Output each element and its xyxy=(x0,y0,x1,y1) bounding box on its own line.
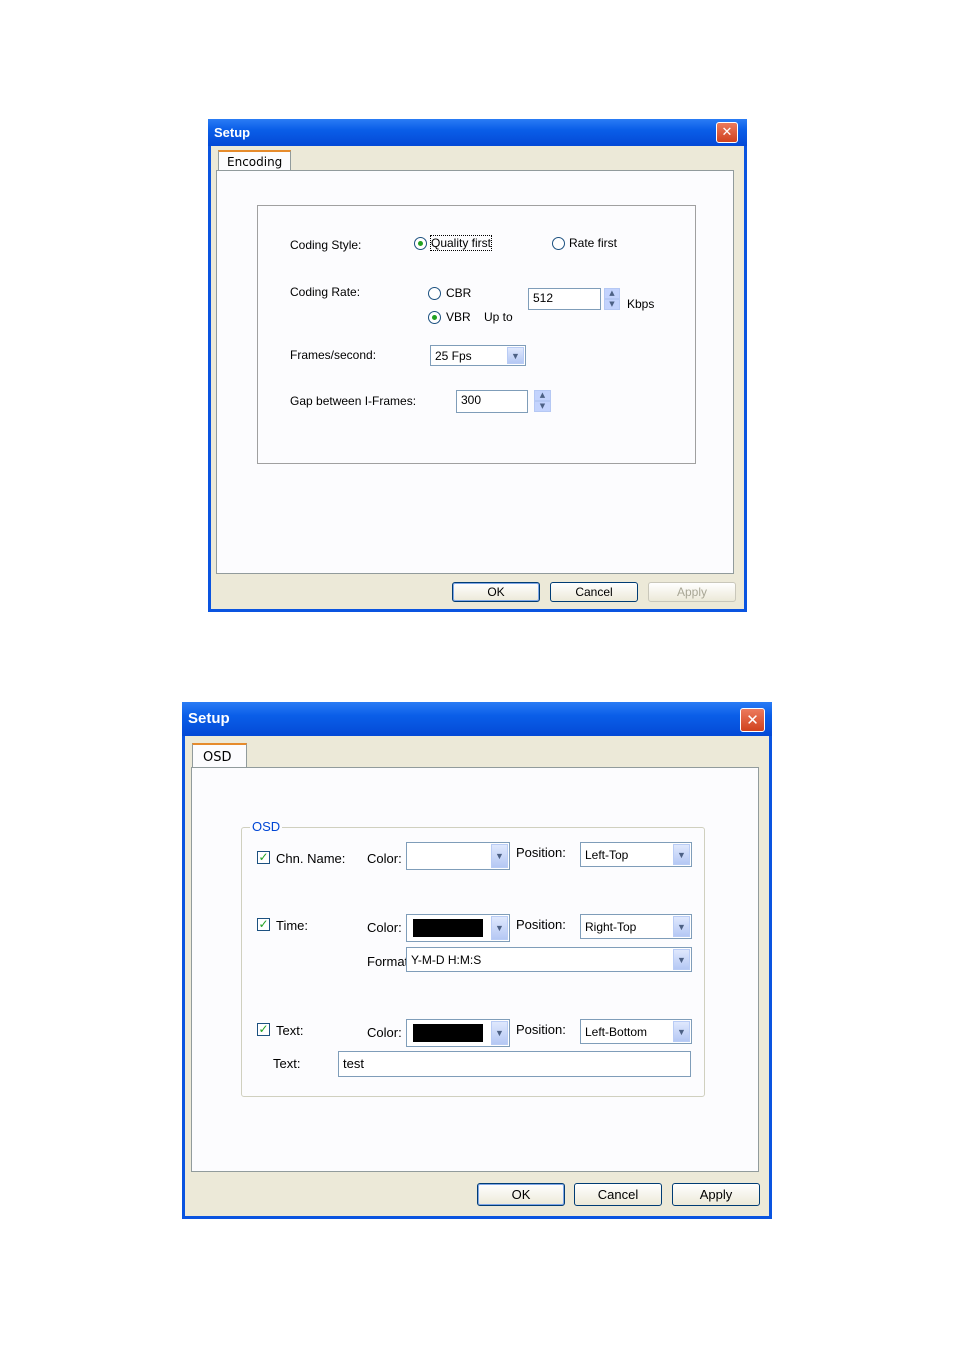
chn-position-label: Position: xyxy=(516,845,566,860)
cbr-radio[interactable] xyxy=(428,287,441,300)
text-position-label: Position: xyxy=(516,1022,566,1037)
close-button[interactable]: ✕ xyxy=(716,122,738,143)
time-position-value: Right-Top xyxy=(585,919,637,934)
fps-value: 25 Fps xyxy=(435,348,472,363)
dialog-client-area: Encoding Coding Style: Quality first Rat… xyxy=(211,146,744,609)
text-color-label: Color: xyxy=(367,1025,402,1040)
rate-first-radio[interactable] xyxy=(552,237,565,250)
gap-stepper[interactable]: ▲ ▼ xyxy=(534,390,551,412)
title-bar[interactable]: Setup ✕ xyxy=(208,119,747,146)
text-color-swatch xyxy=(413,1024,483,1042)
time-color-swatch xyxy=(413,919,483,937)
text-field-label: Text: xyxy=(273,1056,301,1071)
close-icon: ✕ xyxy=(746,711,759,729)
cbr-label[interactable]: CBR xyxy=(446,286,471,300)
osd-setup-dialog: Setup ✕ OSD OSD ✓ Chn. Name: Color: ▼ Po… xyxy=(182,702,772,1219)
time-label[interactable]: Time: xyxy=(276,918,308,933)
coding-rate-label: Coding Rate: xyxy=(290,285,361,299)
quality-first-label[interactable]: Quality first xyxy=(429,235,493,251)
title-bar[interactable]: Setup ✕ xyxy=(182,702,772,736)
tab-label: Encoding xyxy=(227,155,283,169)
dialog-title: Setup xyxy=(188,710,230,727)
chevron-down-icon[interactable]: ▼ xyxy=(491,916,508,940)
dialog-client-area: OSD OSD ✓ Chn. Name: Color: ▼ Position: … xyxy=(185,736,769,1216)
vbr-radio[interactable] xyxy=(428,311,441,324)
tab-osd[interactable]: OSD xyxy=(192,743,247,770)
chn-color-label: Color: xyxy=(367,851,402,866)
close-icon: ✕ xyxy=(721,125,733,140)
apply-button[interactable]: Apply xyxy=(672,1183,760,1206)
time-position-label: Position: xyxy=(516,917,566,932)
chevron-down-icon[interactable]: ▼ xyxy=(673,916,690,937)
tab-label: OSD xyxy=(203,750,232,765)
chn-name-checkbox[interactable]: ✓ xyxy=(257,851,270,864)
text-position-value: Left-Bottom xyxy=(585,1024,648,1039)
coding-style-label: Coding Style: xyxy=(290,238,362,252)
gap-input[interactable]: 300 xyxy=(456,390,528,413)
apply-button[interactable]: Apply xyxy=(648,582,736,602)
text-position-select[interactable]: Left-Bottom ▼ xyxy=(580,1019,692,1044)
time-format-select[interactable]: Y-M-D H:M:S ▼ xyxy=(406,947,692,972)
chn-position-select[interactable]: Left-Top ▼ xyxy=(580,842,692,867)
close-button[interactable]: ✕ xyxy=(740,708,765,732)
spin-down-icon[interactable]: ▼ xyxy=(604,299,620,310)
text-check-label[interactable]: Text: xyxy=(276,1023,303,1038)
chn-color-select[interactable]: ▼ xyxy=(406,842,510,870)
chevron-down-icon[interactable]: ▼ xyxy=(491,844,508,868)
chevron-down-icon[interactable]: ▼ xyxy=(673,949,690,970)
cancel-button[interactable]: Cancel xyxy=(574,1183,662,1206)
fps-label: Frames/second: xyxy=(290,348,377,362)
ok-button[interactable]: OK xyxy=(477,1183,565,1206)
dialog-title: Setup xyxy=(214,125,251,140)
encoding-setup-dialog: Setup ✕ Encoding Coding Style: Quality f… xyxy=(208,119,747,612)
fps-select[interactable]: 25 Fps ▼ xyxy=(430,345,526,366)
spin-up-icon[interactable]: ▲ xyxy=(604,288,620,299)
rate-input[interactable]: 512 xyxy=(528,288,601,310)
chevron-down-icon[interactable]: ▼ xyxy=(673,844,690,865)
rate-stepper[interactable]: ▲ ▼ xyxy=(604,288,620,310)
ok-button[interactable]: OK xyxy=(452,582,540,602)
time-color-label: Color: xyxy=(367,920,402,935)
spin-down-icon[interactable]: ▼ xyxy=(534,401,551,412)
chn-name-label[interactable]: Chn. Name: xyxy=(276,851,345,866)
gap-label: Gap between I-Frames: xyxy=(290,394,417,408)
tab-encoding[interactable]: Encoding xyxy=(218,150,291,172)
chevron-down-icon[interactable]: ▼ xyxy=(673,1021,690,1042)
kbps-label: Kbps xyxy=(627,297,655,311)
vbr-label[interactable]: VBR xyxy=(446,310,471,324)
text-color-select[interactable]: ▼ xyxy=(406,1019,510,1047)
format-label: Format xyxy=(367,954,409,969)
text-input[interactable]: test xyxy=(338,1051,691,1077)
chn-position-value: Left-Top xyxy=(585,847,629,862)
spin-up-icon[interactable]: ▲ xyxy=(534,390,551,401)
time-checkbox[interactable]: ✓ xyxy=(257,918,270,931)
cancel-button[interactable]: Cancel xyxy=(550,582,638,602)
rate-first-label[interactable]: Rate first xyxy=(569,236,617,250)
text-checkbox[interactable]: ✓ xyxy=(257,1023,270,1036)
up-to-label: Up to xyxy=(484,310,513,324)
chevron-down-icon[interactable]: ▼ xyxy=(491,1021,508,1045)
time-color-select[interactable]: ▼ xyxy=(406,914,510,942)
tab-panel: OSD ✓ Chn. Name: Color: ▼ Position: Left… xyxy=(191,767,759,1172)
chevron-down-icon[interactable]: ▼ xyxy=(507,347,524,364)
group-title: OSD xyxy=(250,819,283,834)
time-format-value: Y-M-D H:M:S xyxy=(411,952,482,967)
time-position-select[interactable]: Right-Top ▼ xyxy=(580,914,692,939)
tab-panel: Coding Style: Quality first Rate first C… xyxy=(216,170,734,574)
quality-first-radio[interactable] xyxy=(414,237,427,250)
